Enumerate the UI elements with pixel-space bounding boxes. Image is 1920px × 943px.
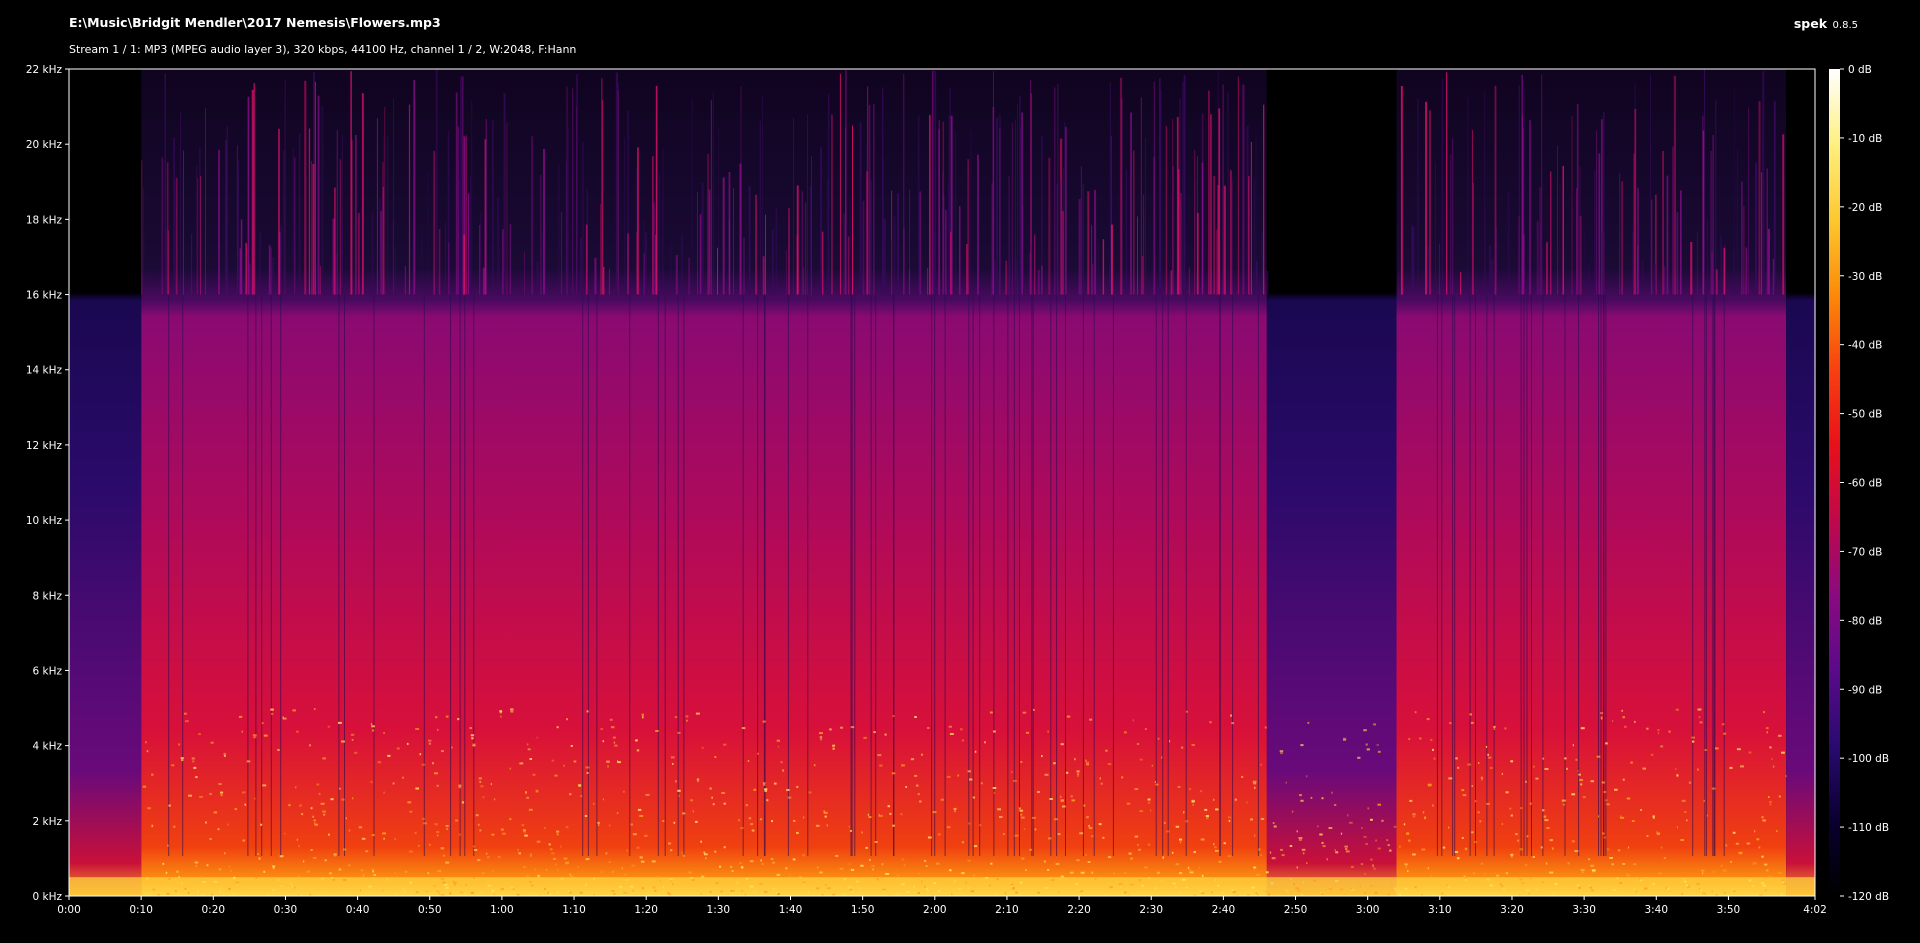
time-tick-label: 2:30 — [1139, 904, 1163, 916]
db-tick-label: -40 dB — [1848, 340, 1882, 352]
time-tick-label: 3:20 — [1500, 904, 1524, 916]
db-tick-label: -10 dB — [1848, 133, 1882, 145]
spectrum-intro — [69, 69, 142, 896]
spectrogram-plot: 0:00 0:10 0:20 0:30 0:40 0:50 1:00 1:10 1:20 1:30… — [26, 64, 1889, 916]
time-tick-label: 3:30 — [1572, 904, 1596, 916]
freq-tick-label: 22 kHz — [26, 64, 63, 76]
time-tick-label: 1:40 — [779, 904, 803, 916]
freq-tick-label: 2 kHz — [32, 816, 62, 828]
time-tick-label: 0:00 — [57, 904, 81, 916]
time-tick-label: 1:50 — [851, 904, 875, 916]
db-tick-label: -60 dB — [1848, 478, 1882, 490]
time-tick-label: 1:30 — [707, 904, 731, 916]
time-tick-label: 2:50 — [1284, 904, 1308, 916]
time-tick-label: 1:00 — [490, 904, 514, 916]
db-tick-label: -20 dB — [1848, 202, 1882, 214]
time-tick-label: 3:10 — [1428, 904, 1452, 916]
time-tick-label: 0:40 — [346, 904, 370, 916]
db-tick-label: -30 dB — [1848, 271, 1882, 283]
spectrum-quiet-section — [1266, 69, 1397, 896]
freq-tick-label: 10 kHz — [26, 515, 63, 527]
spectrum-outro — [1786, 69, 1815, 896]
db-tick-label: -110 dB — [1848, 822, 1889, 834]
colorbar — [1829, 69, 1840, 896]
time-tick-label: 1:10 — [562, 904, 586, 916]
time-tick-label: 0:30 — [274, 904, 298, 916]
time-tick-label: 3:40 — [1644, 904, 1668, 916]
frequency-axis: 0 kHz 2 kHz 4 kHz 6 kHz 8 kHz 10 kHz 12 kHz 14 … — [26, 64, 69, 903]
spectrum-bass-band — [69, 877, 1815, 896]
time-tick-label: 0:10 — [129, 904, 153, 916]
db-tick-label: -80 dB — [1848, 615, 1882, 627]
db-tick-label: -120 dB — [1848, 891, 1889, 903]
db-tick-label: -50 dB — [1848, 409, 1882, 421]
db-tick-label: 0 dB — [1848, 64, 1872, 76]
freq-tick-label: 20 kHz — [26, 139, 63, 151]
freq-tick-label: 0 kHz — [32, 891, 62, 903]
freq-tick-label: 6 kHz — [32, 665, 62, 677]
time-tick-label: 2:40 — [1212, 904, 1236, 916]
time-tick-label: 4:02 — [1803, 904, 1827, 916]
time-tick-label: 2:00 — [923, 904, 947, 916]
time-tick-label: 1:20 — [634, 904, 658, 916]
freq-tick-label: 8 kHz — [32, 590, 62, 602]
freq-tick-label: 12 kHz — [26, 440, 63, 452]
time-tick-label: 3:00 — [1356, 904, 1380, 916]
time-tick-label: 2:10 — [995, 904, 1019, 916]
time-axis: 0:00 0:10 0:20 0:30 0:40 0:50 1:00 1:10 1:20 1:30… — [57, 896, 1827, 916]
db-tick-label: -90 dB — [1848, 684, 1882, 696]
time-tick-label: 2:20 — [1067, 904, 1091, 916]
freq-tick-label: 16 kHz — [26, 290, 63, 302]
freq-tick-label: 4 kHz — [32, 741, 62, 753]
time-tick-label: 3:50 — [1717, 904, 1741, 916]
freq-tick-label: 14 kHz — [26, 365, 63, 377]
time-tick-label: 0:20 — [202, 904, 226, 916]
freq-tick-label: 18 kHz — [26, 214, 63, 226]
colorbar-axis: 0 dB -10 dB -20 dB -30 dB -40 dB -50 dB -60 dB… — [1840, 64, 1889, 903]
db-tick-label: -70 dB — [1848, 546, 1882, 558]
db-tick-label: -100 dB — [1848, 753, 1889, 765]
time-tick-label: 0:50 — [418, 904, 442, 916]
